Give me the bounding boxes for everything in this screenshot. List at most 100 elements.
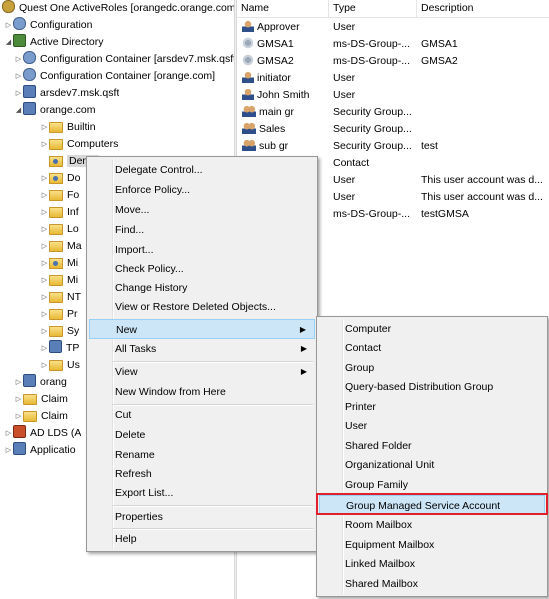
expand-arrow-icon[interactable]: ▷ — [40, 255, 49, 272]
submenu-item-contact[interactable]: Contact — [319, 338, 545, 358]
expand-arrow-icon[interactable]: ▷ — [40, 204, 49, 221]
context-menu[interactable]: Delegate Control... Enforce Policy... Mo… — [86, 156, 318, 552]
menu-item-check-policy[interactable]: Check Policy... — [89, 259, 315, 279]
expand-arrow-icon[interactable]: ▷ — [40, 187, 49, 204]
menu-item-import[interactable]: Import... — [89, 240, 315, 260]
expand-arrow-icon[interactable]: ▷ — [4, 17, 13, 34]
expand-arrow-icon[interactable]: ▷ — [40, 323, 49, 340]
menu-item-help[interactable]: Help — [89, 529, 315, 549]
expand-arrow-icon[interactable]: ▷ — [14, 391, 23, 408]
submenu-item-query-based-distribution-group[interactable]: Query-based Distribution Group — [319, 377, 545, 397]
tree-item-config-container-orange[interactable]: ▷ Configuration Container [orange.com] — [14, 68, 234, 85]
collapse-arrow-icon[interactable]: ◢ — [4, 34, 13, 51]
tree-item-builtin[interactable]: ▷ Builtin — [40, 119, 96, 136]
tree-item-pr[interactable]: ▷ Pr — [40, 306, 78, 323]
ou-icon — [49, 258, 63, 269]
tree-item-application[interactable]: ▷ Applicatio — [4, 442, 76, 459]
new-submenu[interactable]: Computer Contact Group Query-based Distr… — [316, 316, 548, 597]
menu-item-rename[interactable]: Rename — [89, 445, 315, 465]
menu-item-properties[interactable]: Properties — [89, 507, 315, 527]
tree-item-quest-root[interactable]: Quest One ActiveRoles [orangedc.orange.c… — [2, 0, 238, 17]
tree-item-mi-ou[interactable]: ▷ Mi — [40, 255, 78, 272]
menu-item-move[interactable]: Move... — [89, 200, 315, 220]
menu-item-delete[interactable]: Delete — [89, 425, 315, 445]
list-item[interactable]: sub gr Security Group... test — [237, 138, 549, 155]
expand-arrow-icon[interactable]: ▷ — [40, 340, 49, 357]
expand-arrow-icon[interactable]: ▷ — [14, 85, 23, 102]
submenu-item-computer[interactable]: Computer — [319, 319, 545, 339]
tree-item-computers[interactable]: ▷ Computers — [40, 136, 118, 153]
menu-item-export-list[interactable]: Export List... — [89, 483, 315, 503]
list-item[interactable]: initiator User — [237, 70, 549, 87]
menu-item-new-window[interactable]: New Window from Here — [89, 382, 315, 402]
list-item[interactable]: GMSA2 ms-DS-Group-... GMSA2 — [237, 53, 549, 70]
menu-item-view[interactable]: View ▶ — [89, 362, 315, 382]
submenu-item-user[interactable]: User — [319, 416, 545, 436]
tree-item-us[interactable]: ▷ Us — [40, 357, 80, 374]
tree-item-fo[interactable]: ▷ Fo — [40, 187, 79, 204]
expand-arrow-icon[interactable]: ▷ — [40, 357, 49, 374]
tree-item-ma[interactable]: ▷ Ma — [40, 238, 82, 255]
expand-arrow-icon[interactable]: ▷ — [14, 68, 23, 85]
tree-item-lo[interactable]: ▷ Lo — [40, 221, 79, 238]
list-item[interactable]: Sales Security Group... — [237, 121, 549, 138]
expand-arrow-icon[interactable]: ▷ — [40, 306, 49, 323]
submenu-item-organizational-unit[interactable]: Organizational Unit — [319, 455, 545, 475]
list-item[interactable]: main gr Security Group... — [237, 104, 549, 121]
active-directory-icon — [13, 34, 26, 47]
menu-item-cut[interactable]: Cut — [89, 405, 315, 425]
submenu-item-group[interactable]: Group — [319, 358, 545, 378]
list-item[interactable]: John Smith User — [237, 87, 549, 104]
submenu-item-group-family[interactable]: Group Family — [319, 475, 545, 495]
tree-item-inf[interactable]: ▷ Inf — [40, 204, 79, 221]
menu-item-find[interactable]: Find... — [89, 220, 315, 240]
menu-item-change-history[interactable]: Change History — [89, 278, 315, 298]
expand-arrow-icon[interactable]: ▷ — [40, 238, 49, 255]
list-item[interactable]: GMSA1 ms-DS-Group-... GMSA1 — [237, 36, 549, 53]
submenu-item-room-mailbox[interactable]: Room Mailbox — [319, 515, 545, 535]
menu-item-enforce-policy[interactable]: Enforce Policy... — [89, 180, 315, 200]
tree-item-arsdev7-domain[interactable]: ▷ arsdev7.msk.qsft — [14, 85, 119, 102]
expand-arrow-icon[interactable]: ▷ — [40, 289, 49, 306]
tree-item-claim-1[interactable]: ▷ Claim — [14, 391, 68, 408]
column-header-description[interactable]: Description — [417, 0, 549, 18]
submenu-item-shared-folder[interactable]: Shared Folder — [319, 436, 545, 456]
domain-icon — [23, 102, 36, 115]
tree-item-nt[interactable]: ▷ NT — [40, 289, 81, 306]
expand-arrow-icon[interactable]: ▷ — [4, 425, 13, 442]
collapse-arrow-icon[interactable]: ◢ — [14, 102, 23, 119]
menu-item-delegate-control[interactable]: Delegate Control... — [89, 160, 315, 180]
tree-item-tp[interactable]: ▷ TP — [40, 340, 79, 357]
expand-arrow-icon[interactable]: ▷ — [14, 51, 23, 68]
tree-item-orange-domain[interactable]: ◢ orange.com — [14, 102, 95, 119]
submenu-item-printer[interactable]: Printer — [319, 397, 545, 417]
expand-arrow-icon[interactable]: ▷ — [4, 442, 13, 459]
menu-item-refresh[interactable]: Refresh — [89, 464, 315, 484]
expand-arrow-icon[interactable]: ▷ — [14, 408, 23, 425]
tree-item-claim-2[interactable]: ▷ Claim — [14, 408, 68, 425]
menu-item-all-tasks[interactable]: All Tasks ▶ — [89, 339, 315, 359]
tree-item-mi-folder[interactable]: ▷ Mi — [40, 272, 78, 289]
tree-item-configuration[interactable]: ▷ Configuration — [4, 17, 92, 34]
tree-item-config-container-arsdev7[interactable]: ▷ Configuration Container [arsdev7.msk.qs… — [14, 51, 234, 68]
menu-item-new[interactable]: New ▶ — [89, 319, 315, 339]
column-header-name[interactable]: Name — [237, 0, 329, 18]
expand-arrow-icon[interactable]: ▷ — [14, 374, 23, 391]
column-header-type[interactable]: Type — [329, 0, 417, 18]
tree-item-ad-lds[interactable]: ▷ AD LDS (A — [4, 425, 81, 442]
expand-arrow-icon[interactable]: ▷ — [40, 136, 49, 153]
tree-item-active-directory[interactable]: ◢ Active Directory — [4, 34, 104, 51]
tree-item-orang[interactable]: ▷ orang — [14, 374, 67, 391]
tree-item-do[interactable]: ▷ Do — [40, 170, 80, 187]
tree-item-sy[interactable]: ▷ Sy — [40, 323, 79, 340]
menu-item-view-restore-deleted[interactable]: View or Restore Deleted Objects... — [89, 297, 315, 317]
submenu-item-shared-mailbox[interactable]: Shared Mailbox — [319, 574, 545, 594]
expand-arrow-icon[interactable]: ▷ — [40, 272, 49, 289]
submenu-item-equipment-mailbox[interactable]: Equipment Mailbox — [319, 535, 545, 555]
expand-arrow-icon[interactable]: ▷ — [40, 221, 49, 238]
expand-arrow-icon[interactable]: ▷ — [40, 119, 49, 136]
folder-icon — [23, 394, 37, 405]
submenu-item-linked-mailbox[interactable]: Linked Mailbox — [319, 554, 545, 574]
expand-arrow-icon[interactable]: ▷ — [40, 170, 49, 187]
list-item[interactable]: Approver User — [237, 19, 549, 36]
